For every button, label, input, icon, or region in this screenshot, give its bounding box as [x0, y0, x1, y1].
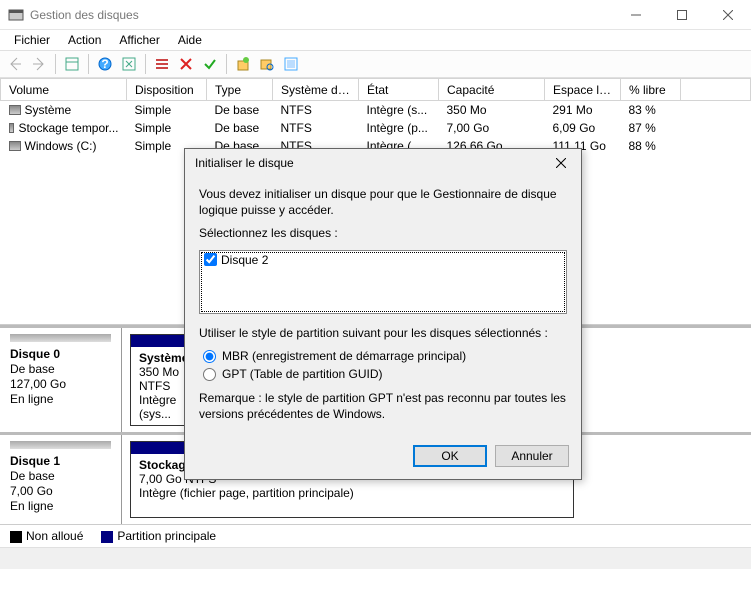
app-icon [8, 7, 24, 23]
legend-unallocated-swatch [10, 531, 22, 543]
check-button[interactable] [199, 53, 221, 75]
close-button[interactable] [705, 0, 751, 30]
menu-help[interactable]: Aide [170, 31, 210, 49]
dialog-select-label: Sélectionnez les disques : [199, 226, 567, 242]
table-row[interactable]: SystèmeSimpleDe baseNTFSIntègre (s...350… [1, 101, 751, 120]
menu-file[interactable]: Fichier [6, 31, 58, 49]
col-pct[interactable]: % libre [621, 79, 681, 101]
table-row[interactable]: Stockage tempor...SimpleDe baseNTFSIntèg… [1, 119, 751, 137]
menubar: Fichier Action Afficher Aide [0, 30, 751, 50]
disk-selection-list[interactable]: Disque 2 [199, 250, 567, 314]
window-title: Gestion des disques [30, 8, 613, 22]
col-fs[interactable]: Système de ... [273, 79, 359, 101]
refresh-button[interactable] [118, 53, 140, 75]
col-type[interactable]: Type [207, 79, 273, 101]
maximize-button[interactable] [659, 0, 705, 30]
volume-icon [9, 123, 15, 133]
col-layout[interactable]: Disposition [127, 79, 207, 101]
dialog-message: Vous devez initialiser un disque pour qu… [199, 187, 567, 218]
delete-button[interactable] [175, 53, 197, 75]
menu-action[interactable]: Action [60, 31, 109, 49]
list-button[interactable] [151, 53, 173, 75]
radio-gpt[interactable]: GPT (Table de partition GUID) [203, 367, 567, 381]
properties-button[interactable] [61, 53, 83, 75]
col-free[interactable]: Espace libre [545, 79, 621, 101]
disk-2-checkbox[interactable] [204, 253, 217, 266]
cancel-button[interactable]: Annuler [495, 445, 569, 467]
radio-mbr[interactable]: MBR (enregistrement de démarrage princip… [203, 349, 567, 363]
mbr-radio[interactable] [203, 350, 216, 363]
legend-primary-swatch [101, 531, 113, 543]
disk0-type: De base [10, 362, 111, 376]
disk1-name: Disque 1 [10, 454, 111, 468]
disk0-state: En ligne [10, 392, 111, 406]
initialize-disk-dialog: Initialiser le disque Vous devez initial… [184, 148, 582, 480]
disk1-type: De base [10, 469, 111, 483]
status-bar [0, 547, 751, 569]
help-button[interactable]: ? [94, 53, 116, 75]
gpt-radio[interactable] [203, 368, 216, 381]
back-button[interactable] [4, 53, 26, 75]
settings-button[interactable] [280, 53, 302, 75]
titlebar: Gestion des disques [0, 0, 751, 30]
ok-button[interactable]: OK [413, 445, 487, 467]
partition-style-label: Utiliser le style de partition suivant p… [199, 326, 567, 342]
new-button[interactable] [232, 53, 254, 75]
legend: Non alloué Partition principale [0, 524, 751, 547]
dialog-close-button[interactable] [547, 152, 575, 174]
volume-icon [9, 105, 21, 115]
toolbar: ? [0, 50, 751, 78]
volume-icon [9, 141, 21, 151]
dialog-titlebar[interactable]: Initialiser le disque [185, 149, 581, 177]
disk1-size: 7,00 Go [10, 484, 111, 498]
forward-button[interactable] [28, 53, 50, 75]
col-volume[interactable]: Volume [1, 79, 127, 101]
col-status[interactable]: État [359, 79, 439, 101]
dialog-note: Remarque : le style de partition GPT n'e… [199, 391, 567, 422]
svg-text:?: ? [101, 57, 108, 71]
disk0-size: 127,00 Go [10, 377, 111, 391]
disk-item-2[interactable]: Disque 2 [204, 253, 562, 267]
menu-view[interactable]: Afficher [111, 31, 167, 49]
disk0-name: Disque 0 [10, 347, 111, 361]
search-button[interactable] [256, 53, 278, 75]
disk1-state: En ligne [10, 499, 111, 513]
minimize-button[interactable] [613, 0, 659, 30]
col-capacity[interactable]: Capacité [439, 79, 545, 101]
dialog-title: Initialiser le disque [195, 156, 547, 170]
